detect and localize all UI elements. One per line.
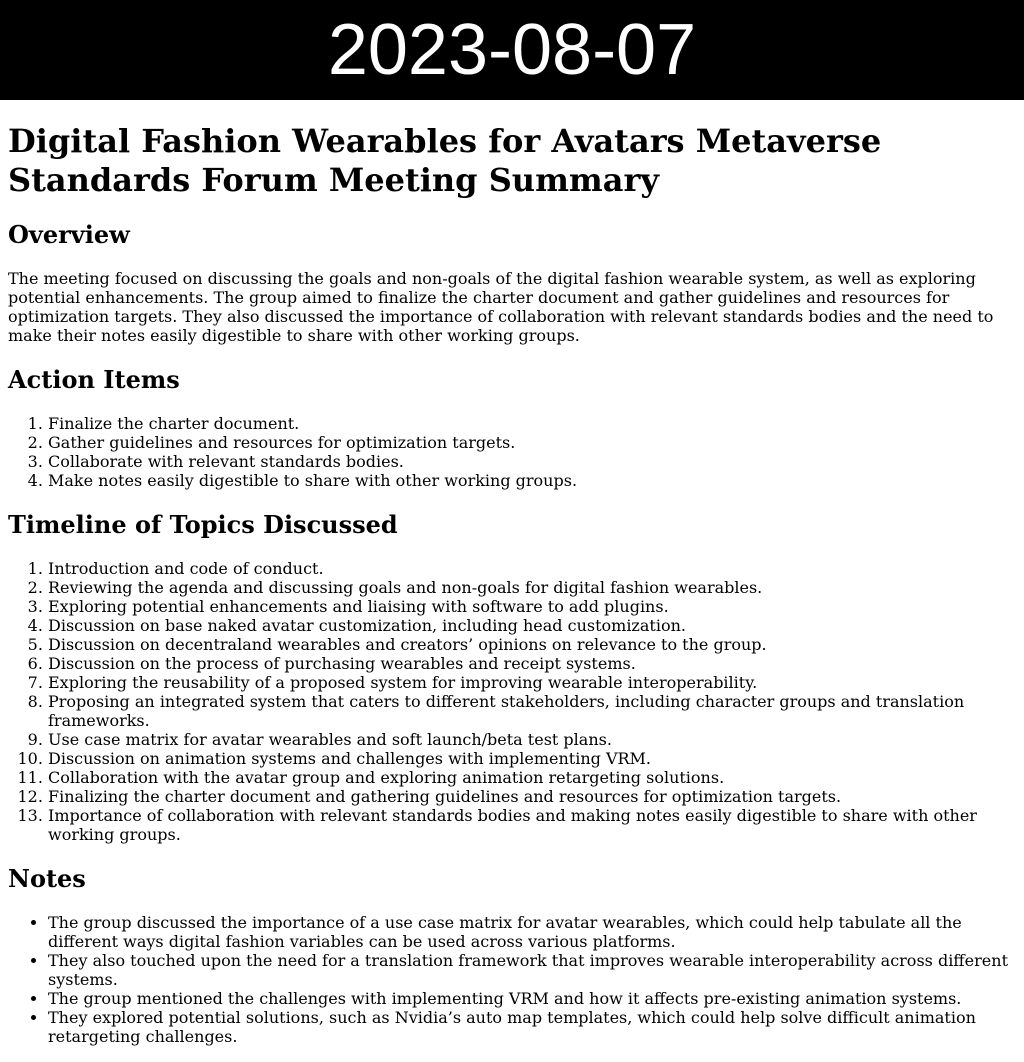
- notes-list: The group discussed the importance of a …: [8, 913, 1016, 1046]
- timeline-item: Discussion on the process of purchasing …: [48, 654, 1016, 673]
- timeline-item: Reviewing the agenda and discussing goal…: [48, 578, 1016, 597]
- timeline-item: Exploring potential enhancements and lia…: [48, 597, 1016, 616]
- overview-text: The meeting focused on discussing the go…: [8, 269, 994, 345]
- timeline-list: Introduction and code of conduct. Review…: [8, 559, 1016, 844]
- timeline-item: Introduction and code of conduct.: [48, 559, 1016, 578]
- timeline-item: Collaboration with the avatar group and …: [48, 768, 1016, 787]
- timeline-item: Use case matrix for avatar wearables and…: [48, 730, 1016, 749]
- timeline-item: Proposing an integrated system that cate…: [48, 692, 1016, 730]
- action-item: Finalize the charter document.: [48, 414, 1016, 433]
- action-item: Gather guidelines and resources for opti…: [48, 433, 1016, 452]
- action-items-list: Finalize the charter document. Gather gu…: [8, 414, 1016, 490]
- timeline-item: Importance of collaboration with relevan…: [48, 806, 1016, 844]
- timeline-item: Exploring the reusability of a proposed …: [48, 673, 1016, 692]
- notes-heading: Notes: [8, 864, 86, 893]
- overview-heading: Overview: [8, 220, 130, 249]
- date-banner: 2023-08-07: [0, 0, 1024, 100]
- timeline-item: Discussion on decentraland wearables and…: [48, 635, 1016, 654]
- action-items-heading: Action Items: [8, 365, 180, 394]
- action-item: Make notes easily digestible to share wi…: [48, 471, 1016, 490]
- note-item: The group discussed the importance of a …: [48, 913, 1016, 951]
- note-item: The group mentioned the challenges with …: [48, 989, 1016, 1008]
- document-content: Digital Fashion Wearables for Avatars Me…: [0, 122, 1024, 1046]
- timeline-item: Discussion on animation systems and chal…: [48, 749, 1016, 768]
- action-item: Collaborate with relevant standards bodi…: [48, 452, 1016, 471]
- note-item: They also touched upon the need for a tr…: [48, 951, 1016, 989]
- timeline-item: Finalizing the charter document and gath…: [48, 787, 1016, 806]
- timeline-heading: Timeline of Topics Discussed: [8, 510, 398, 539]
- note-item: They explored potential solutions, such …: [48, 1008, 1016, 1046]
- timeline-item: Discussion on base naked avatar customiz…: [48, 616, 1016, 635]
- page-title: Digital Fashion Wearables for Avatars Me…: [8, 122, 882, 199]
- date-banner-text: 2023-08-07: [327, 10, 697, 90]
